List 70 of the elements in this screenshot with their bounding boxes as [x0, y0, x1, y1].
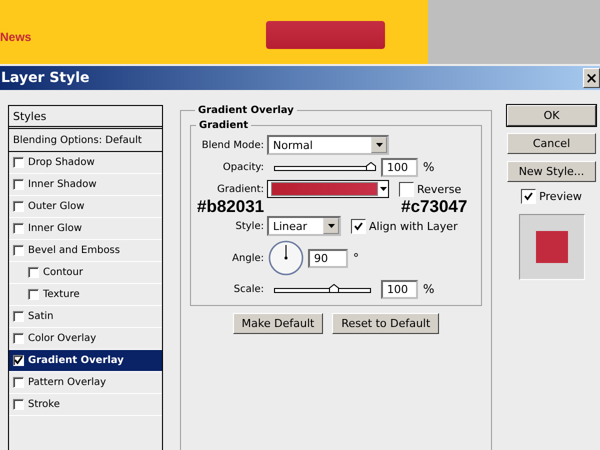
- align-checkbox[interactable]: [351, 218, 366, 234]
- dropdown-button[interactable]: [323, 218, 339, 234]
- checkmark-icon: [14, 356, 23, 365]
- style-dropdown[interactable]: Linear: [267, 216, 341, 236]
- dialog-button[interactable]: OK: [507, 105, 596, 126]
- caret-icon: [376, 143, 382, 147]
- style-item[interactable]: Pattern Overlay: [9, 372, 162, 394]
- slider-thumb[interactable]: [329, 284, 340, 293]
- blend-mode-dropdown[interactable]: Normal: [267, 135, 389, 155]
- checkbox[interactable]: [13, 333, 24, 344]
- checkbox-label: Preview: [539, 190, 582, 203]
- window-title: Layer Style: [0, 70, 90, 86]
- default-button[interactable]: Make Default: [232, 313, 324, 334]
- caret-icon: [328, 224, 334, 228]
- field-label: Gradient:: [216, 184, 265, 194]
- checkbox-label: Reverse: [417, 182, 462, 196]
- checkbox[interactable]: [13, 355, 24, 366]
- preview-checkbox[interactable]: [521, 189, 536, 204]
- checkbox[interactable]: [13, 223, 24, 234]
- close-button[interactable]: ×: [583, 68, 600, 88]
- field-label: Angle:: [231, 252, 265, 264]
- style-item[interactable]: Inner Glow: [9, 218, 162, 240]
- field-label: Opacity:: [222, 162, 265, 172]
- angle-field[interactable]: 90: [308, 248, 348, 268]
- style-item[interactable]: Texture: [9, 284, 162, 306]
- preview-swatch: [536, 231, 568, 263]
- checkbox[interactable]: [13, 377, 24, 388]
- checkbox[interactable]: [28, 289, 39, 300]
- unit-label: %: [423, 282, 434, 296]
- unit-label: %: [423, 160, 434, 174]
- dialog-button[interactable]: New Style...: [507, 161, 596, 182]
- dialog-button[interactable]: Cancel: [507, 133, 596, 154]
- checkmark-icon: [524, 192, 534, 201]
- angle-dial[interactable]: [268, 240, 304, 276]
- gradient-picker[interactable]: [267, 180, 389, 198]
- color-annotation: #c73047: [401, 199, 468, 214]
- group-title: Gradient: [198, 120, 250, 131]
- checkmark-icon: [354, 222, 363, 230]
- blending-options-item[interactable]: Blending Options: Default: [9, 129, 162, 152]
- checkbox[interactable]: [13, 157, 24, 168]
- group-title: Gradient Overlay: [197, 105, 295, 116]
- style-item[interactable]: Gradient Overlay: [9, 350, 162, 372]
- checkbox[interactable]: [13, 311, 24, 322]
- slider-thumb[interactable]: [366, 162, 376, 171]
- list-header: Styles: [9, 106, 162, 129]
- dropdown-button[interactable]: [371, 137, 387, 153]
- checkbox-label: Align with Layer: [369, 220, 458, 232]
- checkbox[interactable]: [13, 179, 24, 190]
- default-button[interactable]: Reset to Default: [332, 313, 440, 334]
- field-label: Style:: [234, 220, 265, 232]
- field-label: Blend Mode:: [200, 140, 265, 150]
- color-annotation: #b82031: [197, 199, 264, 214]
- checkbox[interactable]: [28, 267, 39, 278]
- reverse-checkbox[interactable]: [399, 182, 414, 196]
- style-item[interactable]: Contour: [9, 262, 162, 284]
- opacity-field[interactable]: 100: [381, 158, 418, 176]
- style-item[interactable]: Drop Shadow: [9, 152, 162, 174]
- unit-label: °: [353, 251, 359, 265]
- caret-icon: [380, 187, 386, 191]
- style-item[interactable]: Bevel and Emboss: [9, 240, 162, 262]
- style-item[interactable]: Outer Glow: [9, 196, 162, 218]
- checkbox[interactable]: [13, 201, 24, 212]
- field-label: Scale:: [232, 284, 265, 294]
- checkbox[interactable]: [13, 245, 24, 256]
- scale-field[interactable]: 100: [381, 280, 418, 298]
- checkbox[interactable]: [13, 399, 24, 410]
- style-item[interactable]: Stroke: [9, 394, 162, 416]
- style-item[interactable]: Inner Shadow: [9, 174, 162, 196]
- style-item[interactable]: Satin: [9, 306, 162, 328]
- news-link[interactable]: News: [0, 30, 32, 44]
